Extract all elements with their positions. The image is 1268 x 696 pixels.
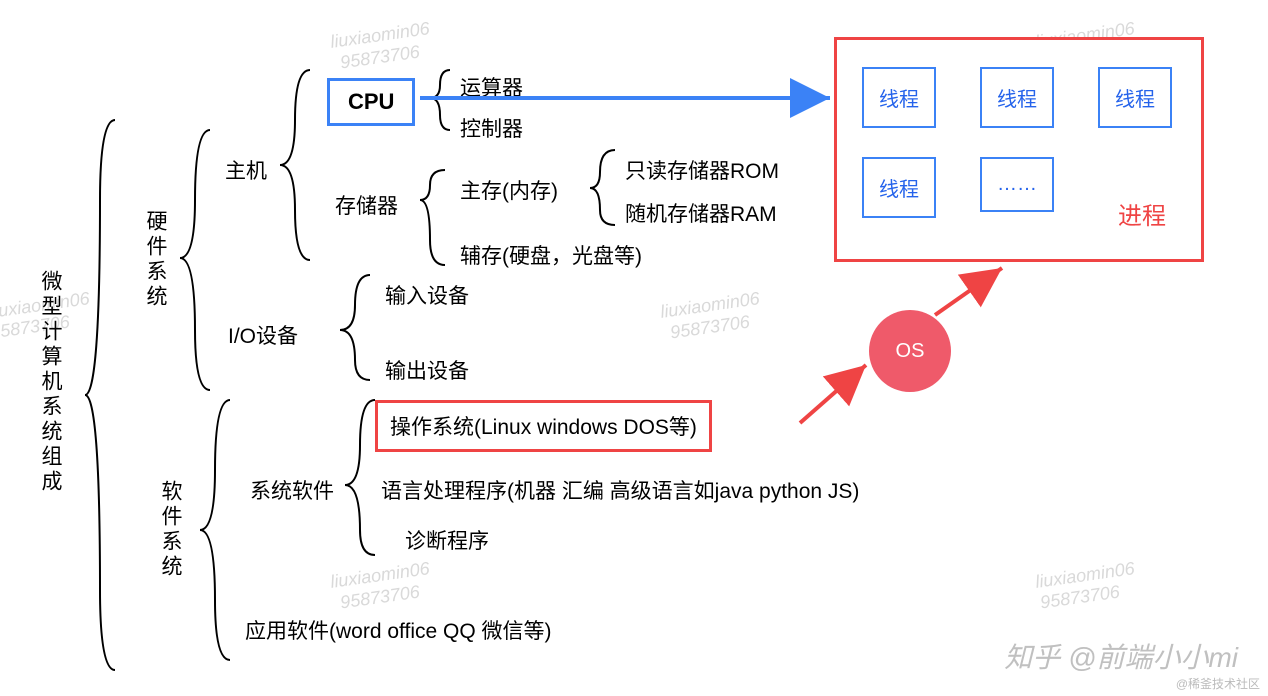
cpu-alu: 运算器	[460, 72, 523, 102]
watermark: 95873706	[1039, 582, 1121, 614]
watermark: 95873706	[339, 42, 421, 74]
thread-box-1: 线程	[862, 67, 936, 128]
input-device: 输入设备	[385, 280, 469, 310]
credit-text-2: @稀釜技术社区	[1176, 675, 1260, 692]
system-software-label: 系统软件	[250, 475, 334, 505]
thread-box-4: 线程	[862, 157, 936, 218]
storage-label: 存储器	[335, 190, 398, 220]
watermark: 95873706	[669, 312, 751, 344]
host-label: 主机	[225, 155, 267, 185]
thread-box-3: 线程	[1098, 67, 1172, 128]
software-label: 软件系统	[155, 480, 185, 580]
watermark: liuxiaomin06	[659, 288, 761, 323]
credit-text: 知乎 @前端小小mi	[1004, 636, 1238, 676]
watermark: liuxiaomin06	[1034, 558, 1136, 593]
hardware-label: 硬件系统	[140, 210, 170, 310]
rom-label: 只读存储器ROM	[625, 155, 779, 185]
cpu-box: CPU	[327, 78, 415, 126]
thread-ellipsis: ……	[980, 157, 1054, 212]
os-circle: OS	[869, 310, 951, 392]
ram-label: 随机存储器RAM	[625, 198, 777, 228]
app-software: 应用软件(word office QQ 微信等)	[245, 615, 552, 645]
thread-box-2: 线程	[980, 67, 1054, 128]
watermark: 95873706	[339, 582, 421, 614]
os-box: 操作系统(Linux windows DOS等)	[375, 400, 712, 452]
cpu-cu: 控制器	[460, 113, 523, 143]
watermark: liuxiaomin06	[329, 18, 431, 53]
root-label: 微型计算机系统组成	[35, 270, 65, 495]
watermark: liuxiaomin06	[329, 558, 431, 593]
lang-processor: 语言处理程序(机器 汇编 高级语言如java python JS)	[381, 475, 859, 505]
io-label: I/O设备	[228, 320, 298, 350]
main-mem-label: 主存(内存)	[460, 175, 558, 205]
diagnostic: 诊断程序	[405, 525, 489, 555]
process-label: 进程	[1118, 196, 1166, 231]
output-device: 输出设备	[385, 355, 469, 385]
aux-storage-label: 辅存(硬盘，光盘等)	[460, 240, 642, 270]
